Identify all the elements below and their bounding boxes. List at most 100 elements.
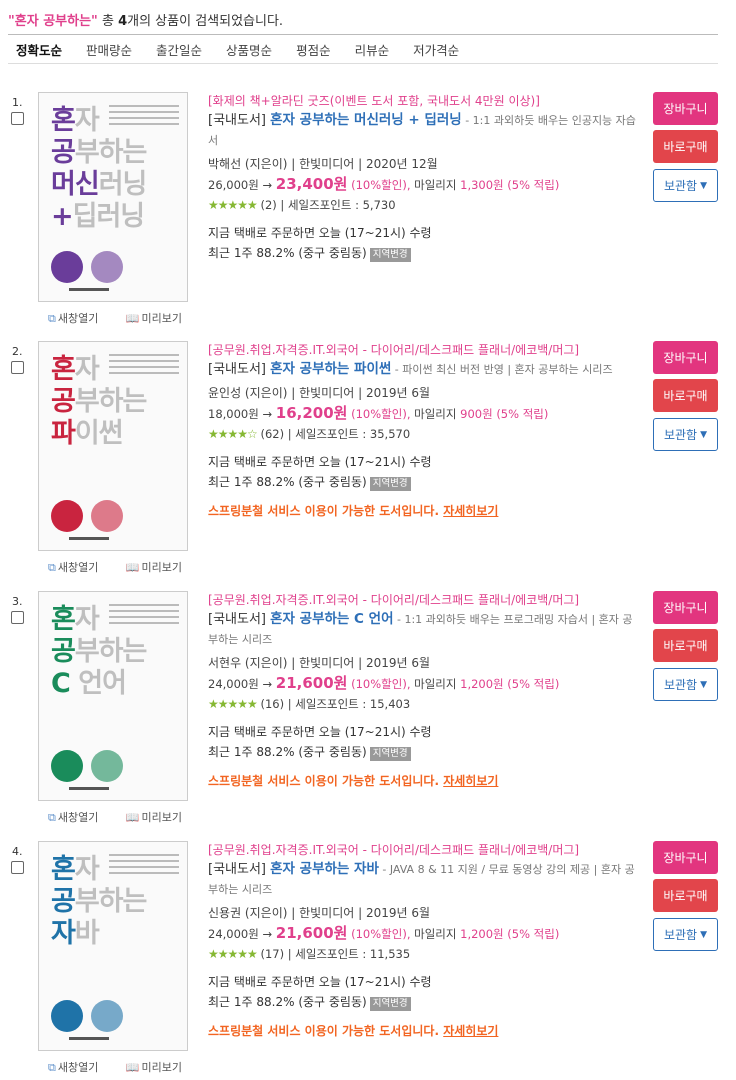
book-cover[interactable]: 혼자 공부하는 파이썬: [38, 341, 188, 551]
add-to-cart-button[interactable]: 장바구니: [653, 92, 718, 125]
spring-more-link[interactable]: 자세히보기: [443, 504, 498, 518]
rating-line: ★★★★★ (2) | 세일즈포인트 : 5,730: [208, 198, 396, 212]
discount-rate: (10%할인),: [351, 178, 411, 192]
cover-links: ⧉ 새창열기 📖 미리보기: [48, 809, 206, 825]
preview-link[interactable]: 📖 미리보기: [126, 312, 194, 325]
star-rating-icon: ★★★★★: [208, 697, 258, 711]
price-line: 24,000원 → 21,600원 (10%할인), 마일리지 1,200원 (…: [208, 922, 638, 944]
cover-title-line3: 파이썬: [51, 418, 124, 449]
change-region-button[interactable]: 지역변경: [369, 248, 411, 262]
book-cover[interactable]: 혼자 공부하는 자바: [38, 841, 188, 1051]
book-title-link[interactable]: 혼자 공부하는 자바: [270, 861, 379, 877]
list-item: 3. 혼자 공부하는 C 언어 ⧉ 새창열기 📖 미리보기 [공무원.취업.자격증.…: [0, 591, 736, 841]
spring-binding-notice: 스프링분철 서비스 이용이 가능한 도서입니다. 자세히보기: [208, 502, 638, 519]
mileage-amount: 1,200원: [460, 927, 504, 941]
sale-price: 23,400원: [275, 175, 348, 193]
book-icon: 📖: [125, 1061, 140, 1074]
item-checkbox[interactable]: [11, 861, 24, 874]
discount-rate: (10%할인),: [351, 407, 411, 421]
review-count[interactable]: (62): [260, 427, 284, 441]
review-count[interactable]: (2): [260, 198, 276, 212]
book-title-link[interactable]: 혼자 공부하는 파이썬: [270, 361, 391, 377]
delivery-eta: 지금 택배로 주문하면 오늘 (17~21시) 수령: [208, 226, 432, 240]
new-window-link[interactable]: ⧉ 새창열기: [48, 312, 110, 325]
add-to-cart-button[interactable]: 장바구니: [653, 341, 718, 374]
wishlist-button[interactable]: 보관함 ▼: [653, 418, 718, 451]
buy-now-button[interactable]: 바로구매: [653, 130, 718, 163]
review-count[interactable]: (17): [260, 947, 284, 961]
review-count[interactable]: (16): [260, 697, 284, 711]
event-banner[interactable]: [공무원.취업.자격증.IT.외국어 - 다이어리/데스크패드 플래너/에코백/…: [208, 591, 638, 609]
preview-link[interactable]: 📖 미리보기: [126, 811, 194, 824]
event-banner[interactable]: [화제의 책+알라딘 굿즈(이벤트 도서 포함, 국내도서 4만원 이상)]: [208, 92, 638, 110]
sort-name[interactable]: 상품명순: [226, 40, 272, 59]
chevron-down-icon: ▼: [700, 929, 708, 940]
mileage-amount: 1,200원: [460, 677, 504, 691]
preview-link[interactable]: 📖 미리보기: [126, 1061, 194, 1074]
rating-line: ★★★★★ (17) | 세일즈포인트 : 11,535: [208, 947, 411, 961]
sales-point: 세일즈포인트 : 5,730: [287, 198, 396, 212]
new-window-link[interactable]: ⧉ 새창열기: [48, 561, 110, 574]
add-to-cart-button[interactable]: 장바구니: [653, 591, 718, 624]
summary-prefix: 총: [97, 14, 119, 29]
book-title-link[interactable]: 혼자 공부하는 C 언어: [270, 611, 393, 627]
mileage-rate: (5% 적립): [507, 927, 560, 941]
event-banner[interactable]: [공무원.취업.자격증.IT.외국어 - 다이어리/데스크패드 플래너/에코백/…: [208, 841, 638, 859]
cover-badge-circle: [51, 1000, 83, 1032]
chevron-down-icon: ▼: [700, 180, 708, 191]
item-checkbox[interactable]: [11, 361, 24, 374]
book-cover[interactable]: 혼자 공부하는 머신러닝 +딥러닝: [38, 92, 188, 302]
book-icon: 📖: [125, 811, 140, 824]
wishlist-button[interactable]: 보관함 ▼: [653, 668, 718, 701]
delivery-info: 지금 택배로 주문하면 오늘 (17~21시) 수령 최근 1주 88.2% (…: [208, 972, 638, 1012]
cover-title-line3: 머신러닝: [51, 169, 147, 200]
mileage-amount: 1,300원: [460, 178, 504, 192]
author-publisher-date: 윤인성 (지은이) | 한빛미디어 | 2019년 6월: [208, 386, 431, 400]
window-icon: ⧉: [48, 312, 56, 325]
sort-accuracy[interactable]: 정확도순: [16, 40, 62, 59]
author-publisher-date: 서현우 (지은이) | 한빛미디어 | 2019년 6월: [208, 656, 431, 670]
book-subtitle: - 파이썬 최신 버전 반영 | 혼자 공부하는 시리즈: [391, 363, 613, 376]
book-cover[interactable]: 혼자 공부하는 C 언어: [38, 591, 188, 801]
sort-rating[interactable]: 평점순: [296, 40, 331, 59]
sales-point: 세일즈포인트 : 35,570: [295, 427, 411, 441]
category-label: [국내도서]: [208, 113, 266, 128]
wishlist-button[interactable]: 보관함 ▼: [653, 169, 718, 202]
buy-now-button[interactable]: 바로구매: [653, 379, 718, 412]
cover-tagline: [109, 354, 179, 378]
cover-links: ⧉ 새창열기 📖 미리보기: [48, 559, 206, 575]
new-window-link[interactable]: ⧉ 새창열기: [48, 1061, 110, 1074]
sort-date[interactable]: 출간일순: [156, 40, 202, 59]
spring-more-link[interactable]: 자세히보기: [443, 1024, 498, 1038]
spring-more-link[interactable]: 자세히보기: [443, 774, 498, 788]
mileage-label: 마일리지: [410, 407, 457, 421]
item-checkbox[interactable]: [11, 611, 24, 624]
delivery-eta: 지금 택배로 주문하면 오늘 (17~21시) 수령: [208, 455, 432, 469]
preview-link[interactable]: 📖 미리보기: [126, 561, 194, 574]
buy-now-button[interactable]: 바로구매: [653, 879, 718, 912]
title-line: [국내도서] 혼자 공부하는 머신러닝 + 딥러닝 - 1:1 과외하듯 배우는…: [208, 110, 638, 151]
sort-sales[interactable]: 판매량순: [86, 40, 132, 59]
wishlist-button[interactable]: 보관함 ▼: [653, 918, 718, 951]
change-region-button[interactable]: 지역변경: [369, 747, 411, 761]
change-region-button[interactable]: 지역변경: [369, 477, 411, 491]
cover-tagline: [109, 854, 179, 878]
item-checkbox[interactable]: [11, 112, 24, 125]
sale-price: 16,200원: [275, 404, 348, 422]
sort-low-price[interactable]: 저가격순: [413, 40, 459, 59]
delivery-stats: 최근 1주 88.2% (중구 중림동): [208, 745, 367, 759]
buy-now-button[interactable]: 바로구매: [653, 629, 718, 662]
wishlist-label: 보관함: [663, 928, 698, 942]
cover-title-line2: 공부하는: [51, 636, 147, 667]
event-banner[interactable]: [공무원.취업.자격증.IT.외국어 - 다이어리/데스크패드 플래너/에코백/…: [208, 341, 638, 359]
spring-binding-text: 스프링분철 서비스 이용이 가능한 도서입니다.: [208, 774, 444, 788]
sort-reviews[interactable]: 리뷰순: [355, 40, 390, 59]
wishlist-label: 보관함: [663, 678, 698, 692]
change-region-button[interactable]: 지역변경: [369, 997, 411, 1011]
list-price: 24,000원 →: [208, 927, 273, 941]
book-title-link[interactable]: 혼자 공부하는 머신러닝 + 딥러닝: [270, 112, 462, 128]
cover-links: ⧉ 새창열기 📖 미리보기: [48, 1059, 206, 1075]
add-to-cart-button[interactable]: 장바구니: [653, 841, 718, 874]
author-publisher-date: 박해선 (지은이) | 한빛미디어 | 2020년 12월: [208, 157, 438, 171]
new-window-link[interactable]: ⧉ 새창열기: [48, 811, 110, 824]
